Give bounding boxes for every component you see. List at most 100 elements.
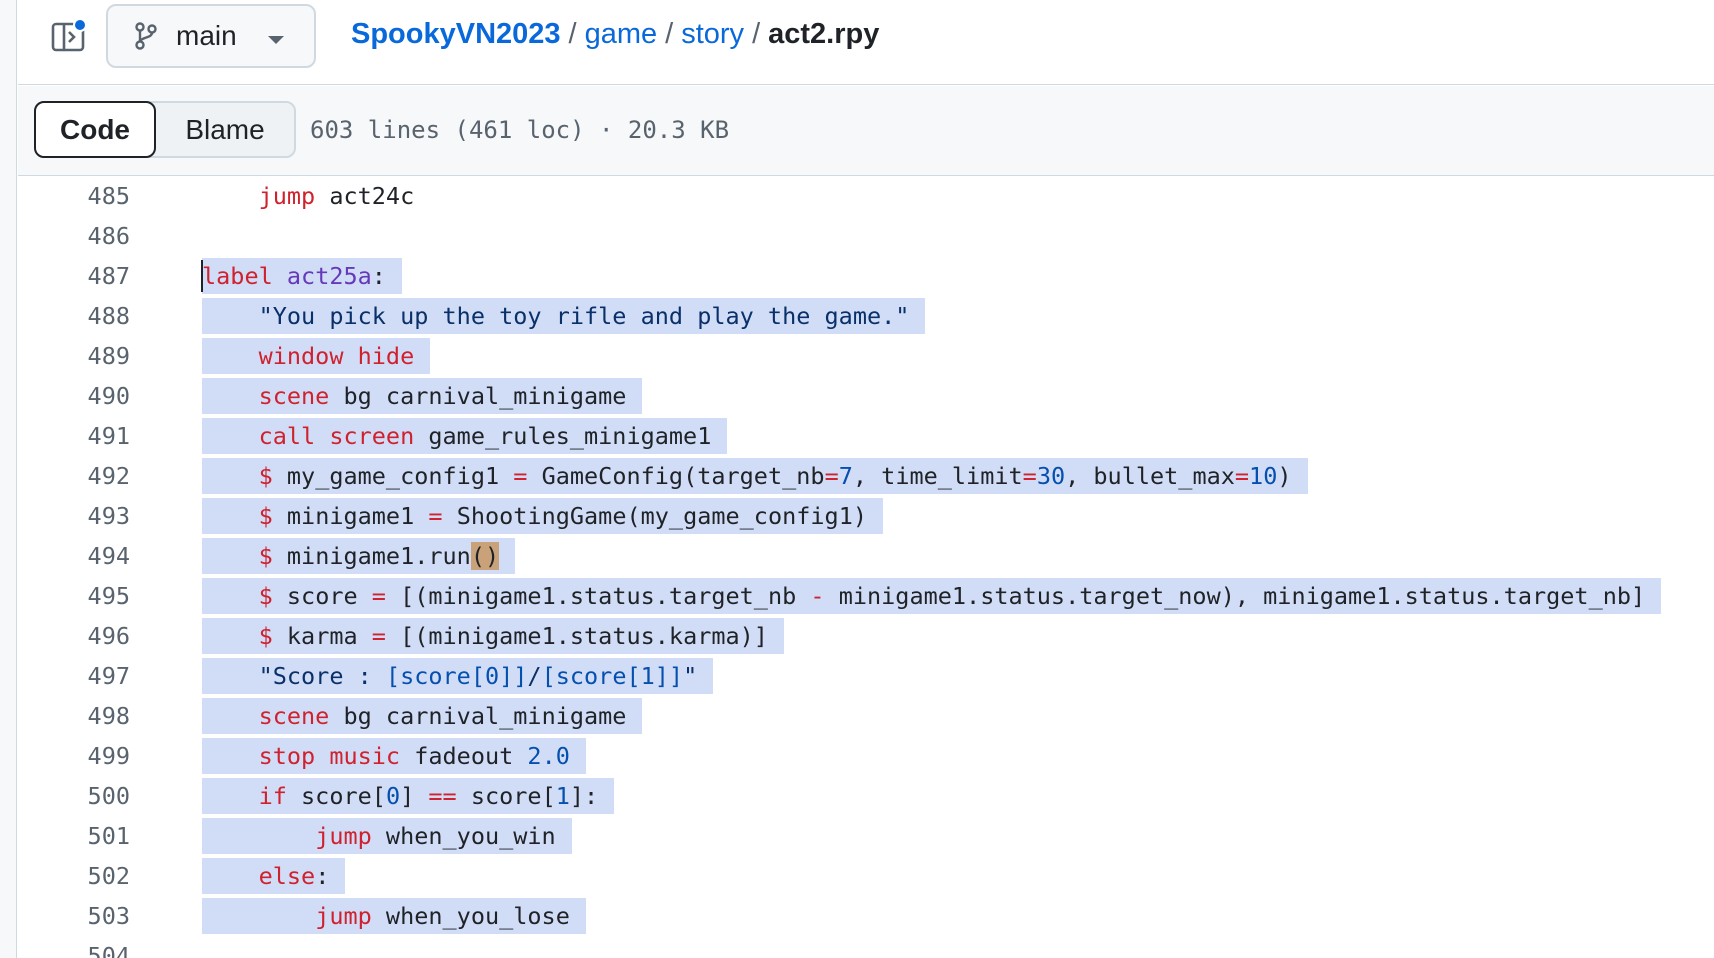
code-token: scene: [258, 382, 330, 410]
line-number[interactable]: 491: [18, 416, 130, 456]
line-number[interactable]: 493: [18, 496, 130, 536]
code-text: call screen game_rules_minigame1: [202, 418, 728, 454]
line-number[interactable]: 492: [18, 456, 130, 496]
code-token: stop music: [258, 742, 401, 770]
line-number[interactable]: 485: [18, 176, 130, 216]
breadcrumb-current-file: act2.rpy: [768, 18, 880, 50]
sidebar-toggle-button[interactable]: [48, 18, 88, 56]
code-token: minigame1: [272, 502, 429, 530]
code-line: 492 $ my_game_config1 = GameConfig(targe…: [18, 456, 1714, 496]
line-number[interactable]: 502: [18, 856, 130, 896]
file-toolbar: Code Blame 603 lines (461 loc) · 20.3 KB: [18, 86, 1714, 176]
code-token: act25a: [286, 262, 372, 290]
code-line: 487 label act25a:: [18, 256, 1714, 296]
git-branch-icon: [135, 22, 157, 50]
line-number[interactable]: 488: [18, 296, 130, 336]
line-number[interactable]: 501: [18, 816, 130, 856]
code-token: fadeout: [400, 742, 528, 770]
code-token: 0: [385, 782, 401, 810]
code-line: 494 $ minigame1.run(): [18, 536, 1714, 576]
code-token: 10: [1249, 462, 1278, 490]
code-text: "You pick up the toy rifle and play the …: [202, 298, 926, 334]
code-view[interactable]: 485 jump act24c 486 487 label act25a: 488 "Y…: [18, 176, 1714, 958]
code-token: [score[1]]: [541, 662, 684, 690]
code-line: 502 else:: [18, 856, 1714, 896]
code-line: 486: [18, 216, 1714, 256]
line-number[interactable]: 497: [18, 656, 130, 696]
code-token: 1: [555, 782, 570, 810]
breadcrumb-separator: /: [665, 18, 674, 50]
file-header: main SpookyVN2023/game / story / act2.rpy: [18, 0, 1714, 85]
code-text: $ minigame1.run(): [202, 538, 516, 574]
code-token: jump: [315, 902, 372, 930]
code-token: [(minigame1.status.target_nb: [385, 582, 811, 610]
breadcrumb-story-link[interactable]: story: [681, 18, 744, 50]
line-number[interactable]: 498: [18, 696, 130, 736]
code-token: label: [202, 262, 273, 290]
file-info: 603 lines (461 loc) · 20.3 KB: [310, 116, 730, 144]
line-number[interactable]: 489: [18, 336, 130, 376]
code-token: :: [371, 262, 386, 290]
code-token: =: [824, 462, 839, 490]
tab-blame[interactable]: Blame: [156, 103, 294, 156]
breadcrumb-separator: /: [752, 18, 761, 50]
code-token: "You pick up the toy rifle and play the …: [258, 302, 910, 330]
code-token: "Score :: [258, 662, 386, 690]
code-token: ShootingGame(my_game_config1): [442, 502, 867, 530]
code-line: 488 "You pick up the toy rifle and play …: [18, 296, 1714, 336]
code-text: if score[0] == score[1]:: [202, 778, 615, 814]
breadcrumb-game-link[interactable]: game: [585, 18, 658, 50]
line-number[interactable]: 504: [18, 936, 130, 958]
code-token: score[: [456, 782, 556, 810]
code-token: else: [258, 862, 316, 890]
code-token: , time_limit: [852, 462, 1023, 490]
code-token: window hide: [258, 342, 415, 370]
code-token: 2.0: [527, 742, 570, 770]
branch-selector-button[interactable]: main: [106, 4, 316, 68]
code-token: $: [258, 542, 273, 570]
code-token: when_you_win: [371, 822, 556, 850]
code-token: if: [258, 782, 287, 810]
code-token: $: [258, 462, 273, 490]
code-token: =: [371, 622, 386, 650]
line-number[interactable]: 503: [18, 896, 130, 936]
code-token: [(minigame1.status.karma)]: [385, 622, 768, 650]
tab-code[interactable]: Code: [34, 101, 156, 158]
line-number[interactable]: 490: [18, 376, 130, 416]
line-number[interactable]: 499: [18, 736, 130, 776]
code-token: when_you_lose: [371, 902, 570, 930]
code-token: jump: [315, 822, 372, 850]
line-number[interactable]: 495: [18, 576, 130, 616]
line-number[interactable]: 486: [18, 216, 130, 256]
line-number[interactable]: 494: [18, 536, 130, 576]
line-number[interactable]: 500: [18, 776, 130, 816]
code-token: jump: [258, 182, 316, 210]
code-text: $ score = [(minigame1.status.target_nb -…: [202, 578, 1662, 614]
code-token: score: [272, 582, 372, 610]
code-token: =: [513, 462, 528, 490]
code-text: scene bg carnival_minigame: [202, 378, 643, 414]
breadcrumb-repo-link[interactable]: SpookyVN2023: [351, 18, 561, 50]
text-cursor: [201, 260, 203, 292]
code-token: minigame1.status.target_now), minigame1.…: [824, 582, 1646, 610]
breadcrumb: SpookyVN2023/game / story / act2.rpy: [351, 18, 879, 51]
code-token: my_game_config1: [272, 462, 514, 490]
code-token: 30: [1036, 462, 1066, 490]
line-number[interactable]: 487: [18, 256, 130, 296]
code-token: $: [258, 502, 273, 530]
code-token: ": [683, 662, 698, 690]
code-line: 495 $ score = [(minigame1.status.target_…: [18, 576, 1714, 616]
line-number[interactable]: 496: [18, 616, 130, 656]
